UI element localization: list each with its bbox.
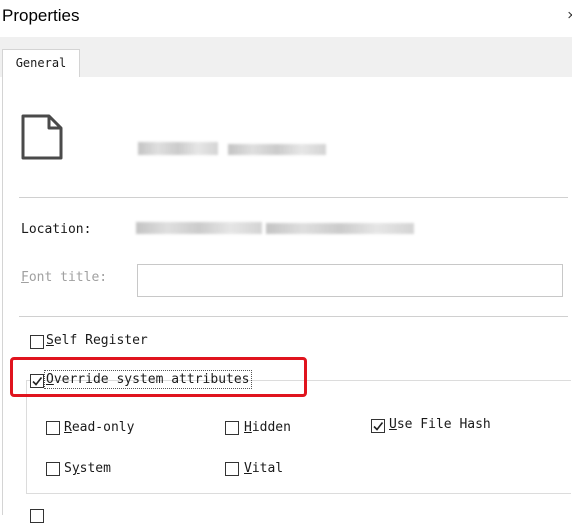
redacted-location-2 (266, 223, 414, 234)
font-title-input[interactable] (137, 264, 563, 297)
self-register-label[interactable]: Self Register (46, 333, 148, 348)
separator-top (19, 197, 568, 198)
redacted-file-name-2 (228, 144, 326, 155)
read-only-label[interactable]: Read-only (64, 420, 134, 435)
font-title-label: Font title: (21, 270, 108, 285)
self-register-checkbox[interactable] (30, 335, 44, 349)
highlight-box (10, 357, 307, 397)
use-file-hash-checkbox[interactable] (371, 419, 385, 433)
read-only-checkbox[interactable] (46, 421, 60, 435)
tab-general[interactable]: General (2, 49, 80, 78)
system-attributes-group (26, 380, 571, 494)
file-icon (20, 113, 64, 165)
window-title: Properties (2, 6, 80, 25)
vital-checkbox[interactable] (225, 462, 239, 476)
title-bar: Properties × (0, 0, 572, 34)
separator-middle (19, 316, 568, 317)
vital-label[interactable]: Vital (244, 461, 283, 476)
checkmark-icon (373, 422, 384, 431)
redacted-file-name (138, 142, 218, 155)
hidden-checkbox[interactable] (225, 421, 239, 435)
system-checkbox[interactable] (46, 462, 60, 476)
tab-strip: General (0, 37, 572, 78)
system-label[interactable]: System (64, 461, 111, 476)
location-label: Location: (21, 222, 92, 237)
cut-off-checkbox[interactable] (30, 509, 44, 523)
hidden-label[interactable]: Hidden (244, 420, 291, 435)
redacted-location (136, 222, 262, 234)
use-file-hash-label[interactable]: Use File Hash (389, 417, 491, 432)
close-icon[interactable]: × (567, 7, 572, 24)
